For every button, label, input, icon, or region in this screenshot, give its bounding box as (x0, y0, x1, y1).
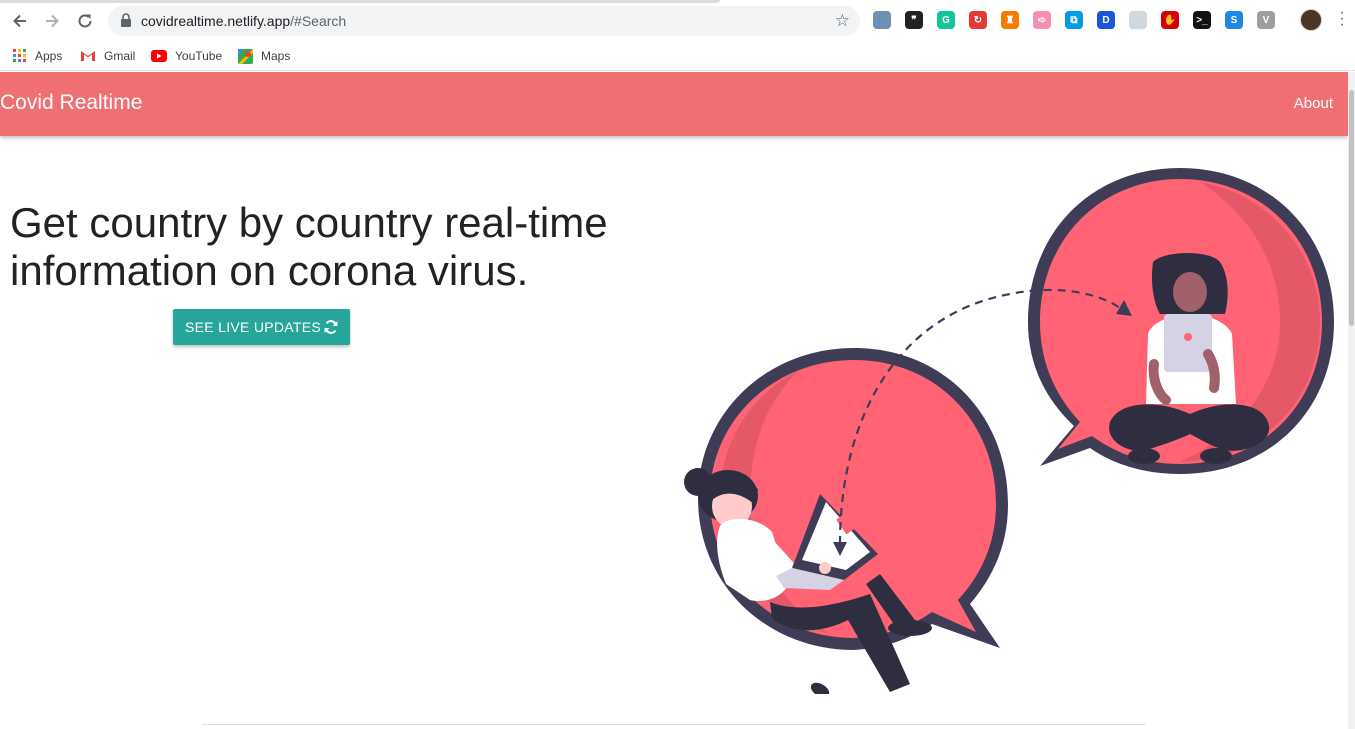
chat-illustration (684, 168, 1334, 694)
bookmark-star-icon[interactable]: ☆ (835, 11, 850, 31)
terminal-ext-icon[interactable]: >_ (1193, 11, 1211, 29)
copy-ext-icon[interactable]: ⧉ (1065, 11, 1083, 29)
bookmark-gmail[interactable]: Gmail (80, 46, 135, 66)
quote-ext-icon[interactable]: ❞ (905, 11, 923, 29)
nav-link-about[interactable]: About (1294, 95, 1333, 112)
bookmarks-bar: Apps Gmail YouTube Maps (0, 42, 1355, 71)
scrollbar-thumb[interactable] (1349, 90, 1354, 326)
bookmark-youtube[interactable]: YouTube (151, 46, 222, 66)
bookmark-apps[interactable]: Apps (13, 46, 62, 66)
web-page: Covid Realtime About Get country by coun… (0, 72, 1348, 729)
lock-icon (120, 13, 132, 33)
bookmark-label: YouTube (175, 49, 223, 63)
apps-grid-icon (13, 49, 27, 63)
back-button[interactable] (8, 9, 32, 33)
compass-ext-icon[interactable] (873, 11, 891, 29)
arrow-ext-icon[interactable]: ➪ (1033, 11, 1051, 29)
back-arrow-icon (13, 14, 26, 28)
pocket-ext-icon[interactable]: ♜ (1001, 11, 1019, 29)
app-navbar: Covid Realtime About (0, 72, 1348, 136)
hero-headline: Get country by country real-time informa… (10, 199, 608, 294)
refresh-icon (322, 318, 340, 339)
forward-arrow-icon (46, 14, 59, 28)
browser-toolbar: covidrealtime.netlify.app/#Search ☆ ❞ G ↻ ♜… (0, 0, 1355, 42)
url-path: /#Search (290, 13, 347, 29)
browser-menu-icon[interactable]: · · · (1337, 5, 1347, 33)
content-card-edge (202, 724, 1146, 725)
red-circle-ext-icon[interactable]: ↻ (969, 11, 987, 29)
gmail-icon (80, 50, 96, 62)
url-text: covidrealtime.netlify.app/#Search (141, 13, 346, 29)
url-host: covidrealtime.netlify.app (141, 13, 291, 29)
s-ext-icon[interactable]: S (1225, 11, 1243, 29)
tab-strip-edge (0, 0, 720, 3)
profile-avatar[interactable] (1300, 9, 1322, 31)
hand-ext-icon[interactable]: ✋ (1161, 11, 1179, 29)
grid-ext-icon[interactable] (1129, 11, 1147, 29)
grammarly-ext-icon[interactable]: G (937, 11, 955, 29)
see-live-updates-button[interactable]: SEE LIVE UPDATES (173, 309, 350, 345)
bookmark-maps[interactable]: Maps (238, 46, 290, 66)
bookmark-label: Gmail (104, 49, 136, 63)
bookmark-label: Maps (261, 49, 291, 63)
reload-icon (78, 14, 92, 28)
maps-icon (238, 48, 253, 64)
youtube-icon (151, 50, 167, 62)
d-ext-icon[interactable]: D (1097, 11, 1115, 29)
forward-button[interactable] (40, 9, 64, 33)
address-bar[interactable]: covidrealtime.netlify.app/#Search ☆ (108, 6, 860, 36)
bookmark-label: Apps (35, 49, 63, 63)
reload-button[interactable] (73, 9, 97, 33)
brand-logo-text[interactable]: Covid Realtime (0, 91, 142, 115)
v-ext-icon[interactable]: V (1257, 11, 1275, 29)
cta-label: SEE LIVE UPDATES (185, 319, 322, 335)
